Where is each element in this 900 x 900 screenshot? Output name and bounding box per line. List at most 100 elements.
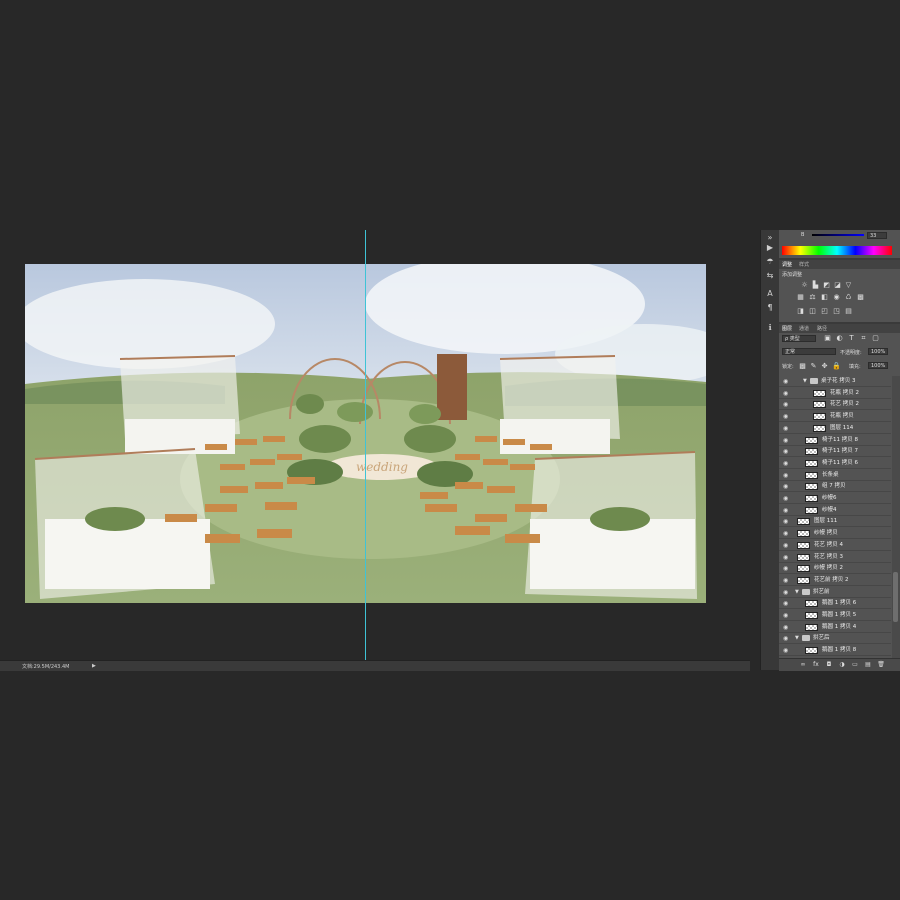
layer-row[interactable]: ◉ 纱幔4: [779, 504, 891, 516]
layers-scroll-thumb[interactable]: [893, 572, 898, 622]
opacity-field[interactable]: 100%: [868, 348, 888, 355]
play-action-icon[interactable]: ▶: [763, 242, 777, 254]
layer-row[interactable]: ◉ 花艺前 拷贝 2: [779, 574, 891, 586]
layer-row[interactable]: ◉ 鹅圆 1 拷贝 5: [779, 610, 891, 621]
tab-styles[interactable]: 样式: [799, 261, 809, 268]
new-layer-icon[interactable]: ▤: [864, 661, 872, 669]
link-layers-icon[interactable]: ∞: [799, 661, 807, 669]
channel-mixer-icon[interactable]: ♺: [845, 294, 852, 301]
brightness-icon[interactable]: ☼: [801, 282, 808, 289]
visibility-eye-icon[interactable]: ◉: [783, 507, 788, 514]
layer-row[interactable]: ◉ 图层 111: [779, 516, 891, 528]
visibility-eye-icon[interactable]: ◉: [783, 425, 788, 432]
gradient-map-icon[interactable]: ▽: [845, 282, 852, 289]
tab-paths[interactable]: 路径: [817, 325, 827, 332]
visibility-eye-icon[interactable]: ◉: [783, 647, 788, 654]
visibility-eye-icon[interactable]: ◉: [783, 565, 788, 572]
delete-layer-icon[interactable]: 🗑: [877, 661, 885, 669]
layer-row[interactable]: ◉ ▼ 拱艺后: [779, 633, 891, 645]
lock-position-icon[interactable]: ✥: [821, 363, 828, 370]
layer-row[interactable]: ◉ 长条桌: [779, 469, 891, 481]
layer-row[interactable]: ◉ 花艺 拷贝 3: [779, 551, 891, 563]
layer-row[interactable]: ◉ 花瓶 拷贝: [779, 411, 891, 423]
properties-icon[interactable]: ⇆: [763, 270, 777, 282]
black-white-icon[interactable]: ◧: [821, 294, 828, 301]
filter-smart-icon[interactable]: ▢: [872, 335, 879, 342]
filter-type-icon[interactable]: T: [848, 335, 855, 342]
blend-mode-select[interactable]: 正常: [782, 348, 836, 355]
tab-layers[interactable]: 图层: [782, 325, 792, 332]
threshold-icon[interactable]: ◰: [821, 308, 828, 315]
visibility-eye-icon[interactable]: ◉: [783, 448, 788, 455]
group-expand-icon[interactable]: ▼: [795, 635, 799, 642]
visibility-eye-icon[interactable]: ◉: [783, 518, 788, 525]
fill-field[interactable]: 100%: [868, 362, 888, 369]
levels-icon[interactable]: ▙: [812, 282, 819, 289]
group-expand-icon[interactable]: ▼: [795, 589, 799, 596]
layer-row[interactable]: ◉ 图层 114: [779, 422, 891, 434]
new-adjustment-icon[interactable]: ◑: [838, 661, 846, 669]
visibility-eye-icon[interactable]: ◉: [783, 635, 788, 642]
blue-channel-slider[interactable]: [812, 234, 864, 236]
selective-color-icon[interactable]: ◳: [833, 308, 840, 315]
visibility-eye-icon[interactable]: ◉: [783, 612, 788, 619]
add-mask-icon[interactable]: ◘: [825, 661, 833, 669]
layer-row[interactable]: ◉ 花艺 拷贝 2: [779, 399, 891, 411]
vertical-guide-line[interactable]: [365, 230, 366, 660]
visibility-eye-icon[interactable]: ◉: [783, 530, 788, 537]
layer-row[interactable]: ◉ 组 7 拷贝: [779, 481, 891, 493]
info-icon[interactable]: ℹ: [763, 322, 777, 334]
invert-icon[interactable]: ◨: [797, 308, 804, 315]
visibility-eye-icon[interactable]: ◉: [783, 600, 788, 607]
visibility-eye-icon[interactable]: ◉: [783, 378, 788, 385]
visibility-eye-icon[interactable]: ◉: [783, 495, 788, 502]
layer-row[interactable]: ◉ 纱幔 拷贝 2: [779, 563, 891, 575]
visibility-eye-icon[interactable]: ◉: [783, 413, 788, 420]
tab-channels[interactable]: 通道: [799, 325, 809, 332]
channel-value-field[interactable]: 33: [867, 232, 887, 239]
group-expand-icon[interactable]: ▼: [803, 378, 807, 385]
character-icon[interactable]: A: [763, 288, 777, 300]
layer-row[interactable]: ◉ 花艺 拷贝 4: [779, 539, 891, 551]
visibility-eye-icon[interactable]: ◉: [783, 437, 788, 444]
balance-icon[interactable]: ⚖: [809, 294, 816, 301]
visibility-eye-icon[interactable]: ◉: [783, 577, 788, 584]
layers-scrollbar[interactable]: [892, 376, 900, 658]
filter-pixel-icon[interactable]: ▣: [824, 335, 831, 342]
lock-paint-icon[interactable]: ✎: [810, 363, 817, 370]
layer-row[interactable]: ◉ 鹅圆 1 拷贝 6: [779, 598, 891, 610]
lock-transparent-icon[interactable]: ▩: [799, 363, 806, 370]
layer-row[interactable]: ◉ ▼ 拱艺前: [779, 586, 891, 598]
layer-filter-select[interactable]: ρ 类型: [782, 335, 816, 342]
new-group-icon[interactable]: ▭: [851, 661, 859, 669]
visibility-eye-icon[interactable]: ◉: [783, 460, 788, 467]
lock-all-icon[interactable]: 🔒: [832, 363, 841, 370]
layer-row[interactable]: ◉ 鹅圆 1 拷贝 8: [779, 645, 891, 657]
layer-style-icon[interactable]: fx: [812, 661, 820, 669]
visibility-eye-icon[interactable]: ◉: [783, 401, 788, 408]
paragraph-icon[interactable]: ¶: [763, 302, 777, 314]
photo-filter-icon[interactable]: ◉: [833, 294, 840, 301]
status-menu-arrow[interactable]: ▶: [92, 663, 96, 669]
layer-row[interactable]: ◉ 纱幔 拷贝: [779, 528, 891, 540]
layer-row[interactable]: ◉ 花瓶 拷贝 2: [779, 387, 891, 399]
vibrance-icon[interactable]: ▦: [797, 294, 804, 301]
curves-icon[interactable]: ◩: [823, 282, 830, 289]
tab-adjustments[interactable]: 调整: [782, 261, 792, 268]
layer-row[interactable]: ◉ 椅子11 拷贝 7: [779, 446, 891, 458]
color-lookup-icon[interactable]: ▩: [857, 294, 864, 301]
gradient-fill-icon[interactable]: ▤: [845, 308, 852, 315]
color-spectrum-bar[interactable]: [782, 246, 892, 255]
layer-row[interactable]: ◉ ▼ 桌子花 拷贝 3: [779, 376, 891, 387]
visibility-eye-icon[interactable]: ◉: [783, 542, 788, 549]
layer-row[interactable]: ◉ 鹅圆 1 拷贝 4: [779, 621, 891, 633]
visibility-eye-icon[interactable]: ◉: [783, 472, 788, 479]
visibility-eye-icon[interactable]: ◉: [783, 390, 788, 397]
exposure-icon[interactable]: ◪: [834, 282, 841, 289]
layer-row[interactable]: ◉ 纱幔6: [779, 493, 891, 504]
filter-shape-icon[interactable]: ⌗: [860, 335, 867, 342]
layer-row[interactable]: ◉ 椅子11 拷贝 8: [779, 434, 891, 446]
history-icon[interactable]: ☂: [763, 256, 777, 268]
filter-adjust-icon[interactable]: ◐: [836, 335, 843, 342]
visibility-eye-icon[interactable]: ◉: [783, 554, 788, 561]
